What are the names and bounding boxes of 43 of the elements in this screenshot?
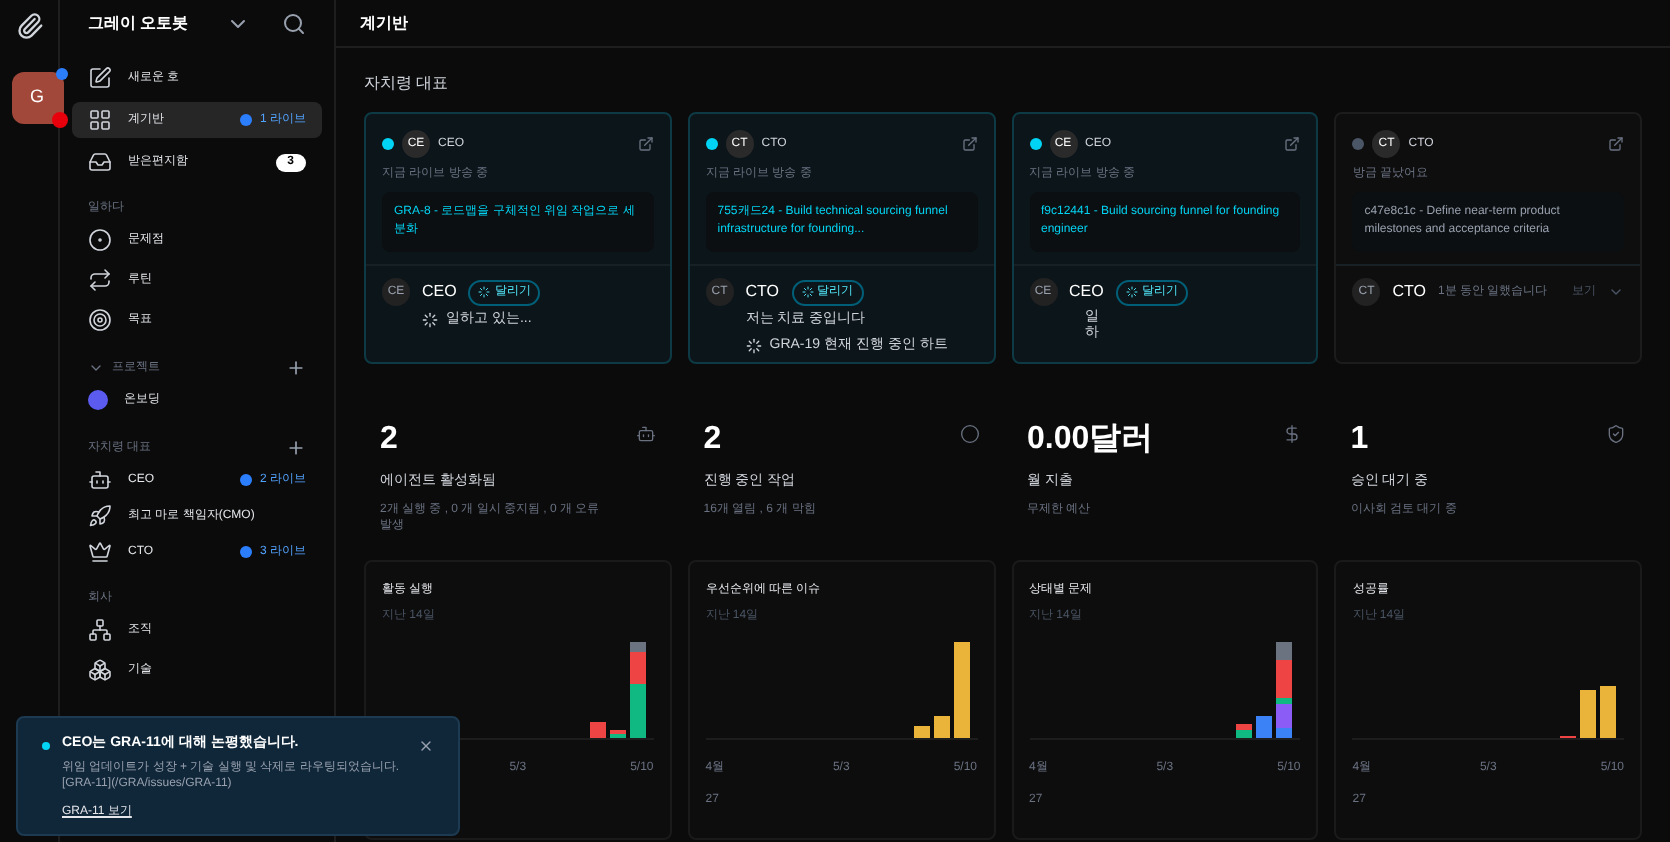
robot-icon xyxy=(88,468,112,492)
metric-value: 2 xyxy=(380,420,398,460)
spinner-icon xyxy=(745,337,762,354)
external-link-icon[interactable] xyxy=(637,136,654,152)
section-title: 자치령 대표 xyxy=(364,72,451,96)
search-icon[interactable] xyxy=(282,12,306,36)
metric-value: 2 xyxy=(703,420,722,460)
bar-chart-drawing xyxy=(589,642,646,738)
external-link-icon[interactable] xyxy=(1608,136,1624,152)
paperclip-icon[interactable] xyxy=(15,12,43,40)
hierarchy-icon xyxy=(88,618,112,642)
bar-chart-drawing xyxy=(913,642,969,738)
crown-icon xyxy=(88,540,112,564)
metric-value: 0.00달러 xyxy=(1027,420,1154,460)
external-link-icon[interactable] xyxy=(1284,136,1301,152)
agent-name: CTO xyxy=(745,280,779,304)
workspace-avatar[interactable]: G xyxy=(11,72,63,124)
metric-value: 1 xyxy=(1350,420,1369,460)
shield-icon xyxy=(1606,424,1626,444)
grid-icon xyxy=(88,108,112,132)
agent-name: CEO xyxy=(1069,280,1104,304)
robot-icon xyxy=(635,424,656,444)
chevron-icon[interactable] xyxy=(88,360,104,376)
external-link-icon[interactable] xyxy=(961,136,977,152)
spinner-icon xyxy=(422,312,438,329)
dollar-icon xyxy=(1282,424,1303,444)
page-title: 계기반 xyxy=(360,11,408,35)
agent-name: CEO xyxy=(422,280,457,304)
agent-name: CTO xyxy=(1392,280,1426,304)
repeat-icon xyxy=(88,268,112,292)
bar-chart-drawing xyxy=(1236,642,1293,738)
rocket-icon xyxy=(88,504,112,528)
boxes-icon xyxy=(88,658,112,682)
workspace-name[interactable]: 그레이 오토봇 xyxy=(88,12,226,36)
target-icon xyxy=(88,228,112,252)
bullseye-icon xyxy=(88,308,112,332)
add-icon[interactable] xyxy=(286,438,306,458)
bar-chart-drawing xyxy=(1560,686,1616,738)
edit-icon xyxy=(88,66,112,90)
close-icon[interactable] xyxy=(418,738,434,754)
circle-icon xyxy=(959,424,979,444)
add-icon[interactable] xyxy=(286,358,306,378)
inbox-icon xyxy=(88,150,112,174)
